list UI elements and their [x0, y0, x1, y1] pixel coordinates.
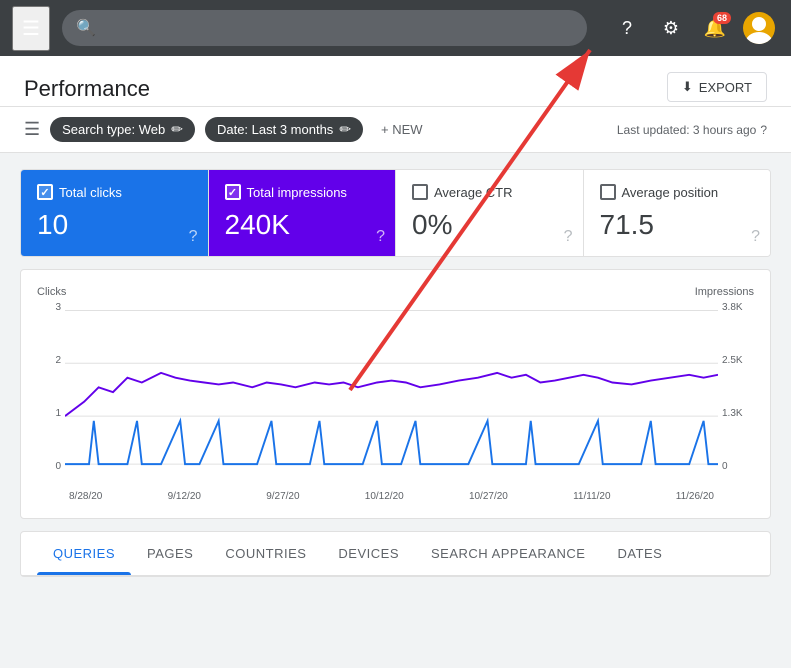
last-updated-text: Last updated: 3 hours ago [617, 123, 756, 137]
date-label: Date: Last 3 months [217, 122, 333, 137]
total-impressions-value: 240K [225, 208, 380, 242]
tab-devices[interactable]: DEVICES [322, 532, 415, 575]
total-clicks-label: Total clicks [59, 185, 122, 200]
line-chart [65, 302, 718, 487]
average-ctr-card[interactable]: Average CTR 0% ? [396, 170, 584, 256]
add-filter-label: + NEW [381, 122, 423, 137]
help-icon-position[interactable]: ? [751, 228, 760, 246]
help-circle-icon[interactable]: ? [760, 123, 767, 137]
page-title: Performance [24, 76, 150, 102]
help-button[interactable]: ? [607, 8, 647, 48]
y-right-25k: 2.5K [722, 355, 743, 366]
total-clicks-value: 10 [37, 208, 192, 242]
x-label-3: 9/27/20 [266, 491, 299, 502]
y-left-2: 2 [55, 355, 61, 366]
average-position-value: 71.5 [600, 208, 755, 242]
search-type-filter[interactable]: Search type: Web ✏ [50, 117, 195, 142]
account-button[interactable] [739, 8, 779, 48]
edit-icon: ✏ [171, 121, 183, 138]
notifications-badge: 68 [713, 12, 731, 24]
main-content: Total clicks 10 ? Total impressions 240K… [0, 153, 791, 668]
add-filter-button[interactable]: + NEW [373, 118, 431, 141]
export-button[interactable]: ⬇ EXPORT [667, 72, 767, 102]
x-label-4: 10/12/20 [365, 491, 404, 502]
average-position-label: Average position [622, 185, 719, 200]
average-position-card[interactable]: Average position 71.5 ? [584, 170, 771, 256]
search-input[interactable] [104, 20, 573, 36]
hamburger-menu-button[interactable]: ☰ [12, 6, 50, 51]
export-label: EXPORT [699, 80, 752, 95]
x-label-2: 9/12/20 [168, 491, 201, 502]
notifications-button[interactable]: 🔔 68 [695, 8, 735, 48]
total-impressions-label: Total impressions [247, 185, 347, 200]
top-navigation: ☰ 🔍 ? ⚙ 🔔 68 [0, 0, 791, 56]
tab-pages[interactable]: PAGES [131, 532, 209, 575]
total-clicks-card[interactable]: Total clicks 10 ? [21, 170, 209, 256]
average-ctr-label: Average CTR [434, 185, 513, 200]
y-right-0: 0 [722, 461, 728, 472]
total-clicks-checkbox[interactable] [37, 184, 53, 200]
search-icon: 🔍 [76, 18, 96, 38]
search-type-label: Search type: Web [62, 122, 165, 137]
x-label-5: 10/27/20 [469, 491, 508, 502]
filter-icon[interactable]: ☰ [24, 119, 40, 140]
filter-bar: ☰ Search type: Web ✏ Date: Last 3 months… [0, 107, 791, 153]
tab-queries[interactable]: QUERIES [37, 532, 131, 575]
tab-dates[interactable]: DATES [601, 532, 678, 575]
help-icon-ctr[interactable]: ? [564, 228, 573, 246]
x-label-6: 11/11/20 [573, 491, 610, 502]
search-box: 🔍 [62, 10, 587, 46]
total-impressions-card[interactable]: Total impressions 240K ? [209, 170, 397, 256]
y-left-3: 3 [55, 302, 61, 313]
chart-axis-labels: Clicks Impressions [37, 286, 754, 298]
x-label-1: 8/28/20 [69, 491, 102, 502]
average-position-checkbox[interactable] [600, 184, 616, 200]
date-filter[interactable]: Date: Last 3 months ✏ [205, 117, 363, 142]
tabs-row: QUERIES PAGES COUNTRIES DEVICES SEARCH A… [21, 532, 770, 576]
tab-search-appearance[interactable]: SEARCH APPEARANCE [415, 532, 601, 575]
y-right-13k: 1.3K [722, 408, 743, 419]
tab-countries[interactable]: COUNTRIES [209, 532, 322, 575]
page-header: Performance ⬇ EXPORT [0, 56, 791, 107]
edit-icon-date: ✏ [339, 121, 351, 138]
help-icon: ? [622, 18, 632, 39]
help-icon-impressions[interactable]: ? [376, 228, 385, 246]
help-icon-clicks[interactable]: ? [189, 228, 198, 246]
total-impressions-checkbox[interactable] [225, 184, 241, 200]
avatar [743, 12, 775, 44]
y-right-38k: 3.8K [722, 302, 743, 313]
download-icon: ⬇ [682, 79, 693, 95]
y-left-0: 0 [55, 461, 61, 472]
y-left-1: 1 [55, 408, 61, 419]
x-label-7: 11/26/20 [676, 491, 714, 502]
average-ctr-checkbox[interactable] [412, 184, 428, 200]
nav-icons-group: ? ⚙ 🔔 68 [607, 8, 779, 48]
settings-icon: ⚙ [663, 18, 679, 39]
average-ctr-value: 0% [412, 208, 567, 242]
clicks-axis-label: Clicks [37, 286, 66, 298]
impressions-axis-label: Impressions [695, 286, 754, 298]
tabs-section: QUERIES PAGES COUNTRIES DEVICES SEARCH A… [20, 531, 771, 577]
settings-button[interactable]: ⚙ [651, 8, 691, 48]
metrics-row: Total clicks 10 ? Total impressions 240K… [20, 169, 771, 257]
last-updated: Last updated: 3 hours ago ? [617, 123, 767, 137]
chart-container: Clicks Impressions 3 2 1 0 [20, 269, 771, 519]
